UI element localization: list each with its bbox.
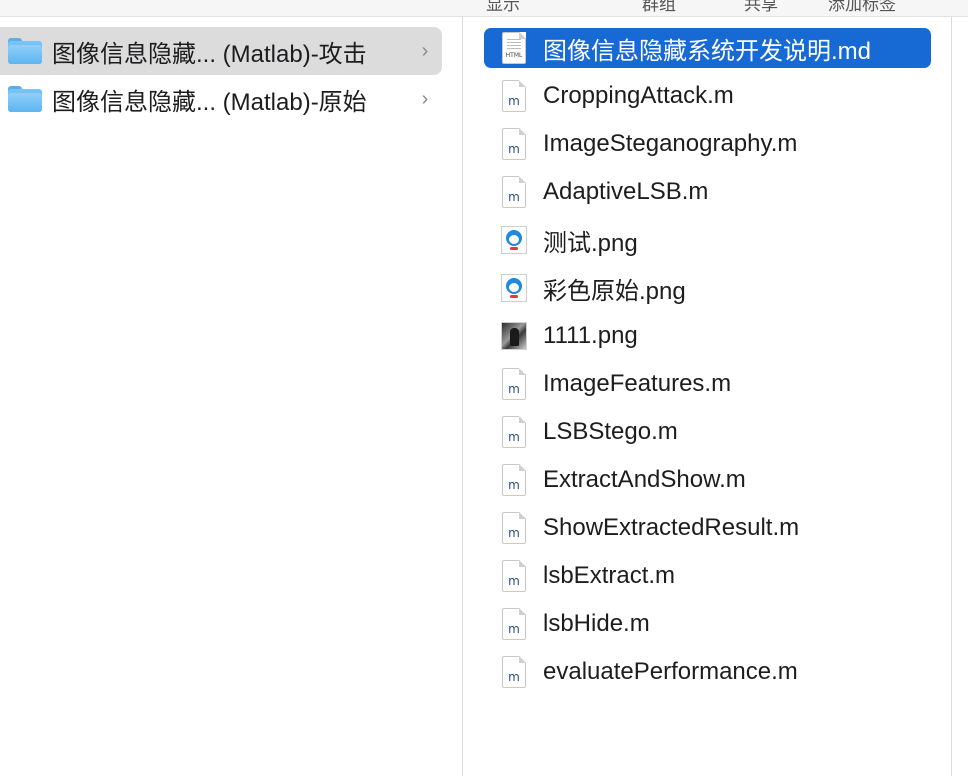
file-name: ShowExtractedResult.m xyxy=(543,514,800,541)
file-row[interactable]: m lsbHide.m xyxy=(484,604,931,644)
matlab-file-icon: m xyxy=(500,176,528,208)
file-row[interactable]: m ImageSteganography.m xyxy=(484,124,931,164)
matlab-file-icon: m xyxy=(500,560,528,592)
matlab-file-icon: m xyxy=(500,512,528,544)
file-name: LSBStego.m xyxy=(543,418,678,445)
file-list-column: HTML 图像信息隐藏系统开发说明.md m CroppingAttack.m … xyxy=(463,17,951,776)
file-name: ImageFeatures.m xyxy=(543,370,732,397)
folder-label: 图像信息隐藏... (Matlab)-原始 xyxy=(52,88,367,116)
toolbar-share-label[interactable]: 共享 xyxy=(744,0,778,15)
file-name: AdaptiveLSB.m xyxy=(543,178,709,205)
toolbar: 显示 群组 共享 添加标签 xyxy=(0,0,968,17)
matlab-file-icon: m xyxy=(500,416,528,448)
folder-row-attack[interactable]: 图像信息隐藏... (Matlab)-攻击 › xyxy=(0,27,442,75)
file-name: 彩色原始.png xyxy=(543,277,686,305)
file-name: 1111.png xyxy=(543,322,638,349)
file-row[interactable]: m CroppingAttack.m xyxy=(484,76,931,116)
file-row[interactable]: m lsbExtract.m xyxy=(484,556,931,596)
column-divider[interactable] xyxy=(951,17,952,776)
toolbar-tags-label[interactable]: 添加标签 xyxy=(828,0,896,15)
image-thumbnail-icon xyxy=(500,224,528,256)
image-thumbnail-icon xyxy=(500,272,528,304)
folder-icon xyxy=(8,86,42,112)
file-row[interactable]: HTML 图像信息隐藏系统开发说明.md xyxy=(484,28,931,68)
file-row[interactable]: m AdaptiveLSB.m xyxy=(484,172,931,212)
file-row[interactable]: m ImageFeatures.m xyxy=(484,364,931,404)
parent-folder-column: 图像信息隐藏... (Matlab)-攻击 › 图像信息隐藏... (Matla… xyxy=(0,17,462,776)
file-row[interactable]: m LSBStego.m xyxy=(484,412,931,452)
file-name: 图像信息隐藏系统开发说明.md xyxy=(543,37,872,65)
file-name: ExtractAndShow.m xyxy=(543,466,746,493)
folder-row-original[interactable]: 图像信息隐藏... (Matlab)-原始 › xyxy=(0,75,442,123)
chevron-right-icon: › xyxy=(421,87,429,110)
file-name: lsbExtract.m xyxy=(543,562,676,589)
chevron-right-icon: › xyxy=(421,39,429,62)
file-row[interactable]: m evaluatePerformance.m xyxy=(484,652,931,692)
file-row[interactable]: 彩色原始.png xyxy=(484,268,931,308)
file-row[interactable]: 测试.png xyxy=(484,220,931,260)
file-row[interactable]: m ShowExtractedResult.m xyxy=(484,508,931,548)
html-document-icon: HTML xyxy=(500,32,528,64)
file-row[interactable]: m ExtractAndShow.m xyxy=(484,460,931,500)
matlab-file-icon: m xyxy=(500,656,528,688)
file-name: CroppingAttack.m xyxy=(543,82,734,109)
file-name: 测试.png xyxy=(543,229,638,257)
toolbar-group-label[interactable]: 群组 xyxy=(642,0,676,15)
toolbar-view-label[interactable]: 显示 xyxy=(486,0,520,15)
file-row[interactable]: 1111.png xyxy=(484,316,931,356)
file-name: lsbHide.m xyxy=(543,610,650,637)
matlab-file-icon: m xyxy=(500,80,528,112)
matlab-file-icon: m xyxy=(500,128,528,160)
file-name: ImageSteganography.m xyxy=(543,130,798,157)
folder-icon xyxy=(8,38,42,64)
photo-thumbnail-icon xyxy=(500,320,528,352)
folder-label: 图像信息隐藏... (Matlab)-攻击 xyxy=(52,40,367,68)
matlab-file-icon: m xyxy=(500,608,528,640)
matlab-file-icon: m xyxy=(500,368,528,400)
file-name: evaluatePerformance.m xyxy=(543,658,798,685)
matlab-file-icon: m xyxy=(500,464,528,496)
